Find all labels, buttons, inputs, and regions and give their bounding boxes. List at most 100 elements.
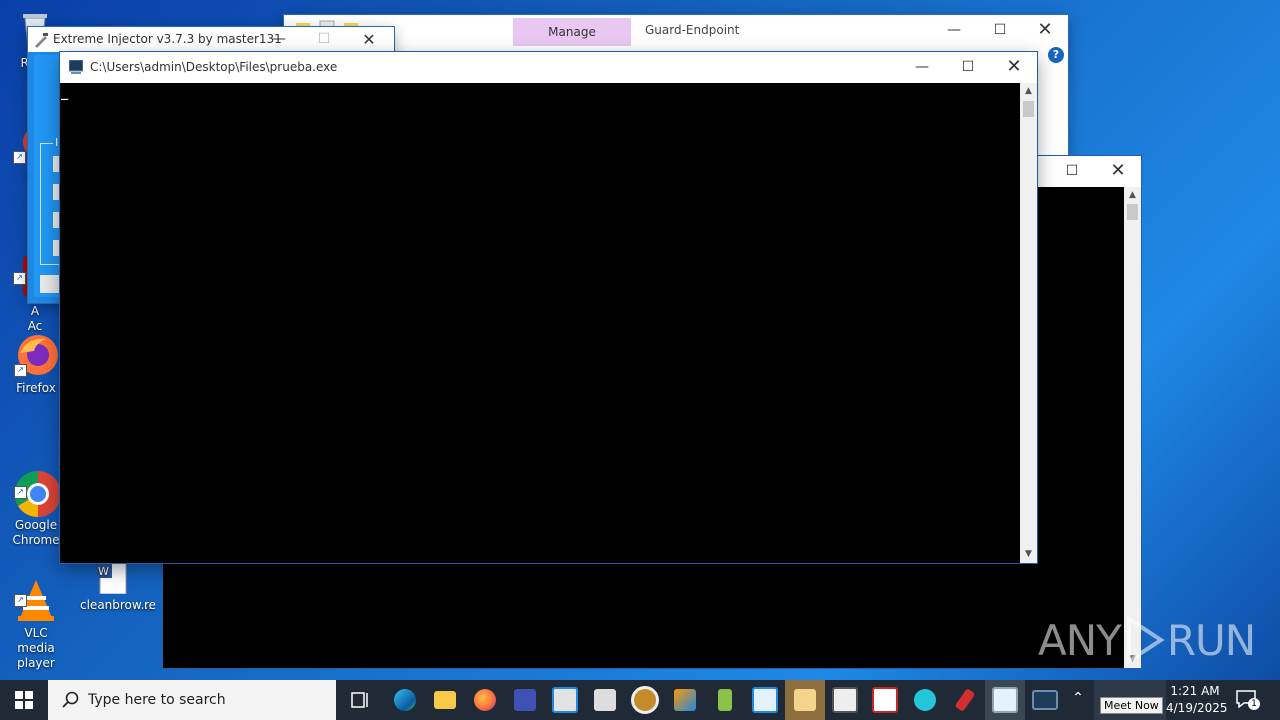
taskbar-file-explorer[interactable] (425, 680, 465, 720)
desktop-icon-label: Firefox (16, 381, 56, 395)
taskbar-app-3[interactable] (585, 680, 625, 720)
desktop-icon-partial[interactable]: re (144, 598, 164, 613)
explorer-window-title: Guard-Endpoint (645, 23, 740, 37)
main-console-output[interactable]: _ (60, 83, 1020, 563)
show-hidden-icons-button[interactable]: ⌃ (1068, 690, 1088, 710)
taskbar-app-6[interactable] (705, 680, 745, 720)
close-button[interactable]: ✕ (1095, 156, 1141, 186)
taskbar-search-box[interactable]: Type here to search (48, 680, 336, 720)
injector-button[interactable] (40, 275, 60, 293)
shortcut-arrow-icon: ↗ (14, 486, 27, 499)
console-app-icon (68, 59, 84, 77)
minimize-button[interactable]: — (931, 15, 977, 45)
app-icon (954, 688, 976, 712)
notification-center-button[interactable]: 1 (1236, 690, 1260, 712)
desktop-icon-label: re (144, 598, 157, 612)
taskbar-app-12[interactable] (945, 680, 985, 720)
maximize-button[interactable]: ☐ (1049, 156, 1095, 186)
taskbar-app-5[interactable] (665, 680, 705, 720)
taskbar-edge[interactable] (385, 680, 425, 720)
close-button[interactable]: ✕ (991, 52, 1037, 82)
clock-date: 4/19/2025 (1166, 701, 1228, 715)
app-icon (794, 689, 816, 711)
taskbar-app-7[interactable] (745, 680, 785, 720)
desktop-icon-vlc[interactable]: ↗ VLC media player (6, 548, 66, 671)
notification-count-badge: 1 (1248, 698, 1260, 710)
taskbar-app-2[interactable] (545, 680, 585, 720)
close-button[interactable]: ✕ (1022, 15, 1068, 45)
chrome-icon: ↗ (14, 455, 61, 518)
app-icon (674, 689, 696, 711)
app-icon (594, 689, 616, 711)
firefox-icon: ↗ (14, 333, 58, 377)
taskbar-app-1[interactable] (505, 680, 545, 720)
scroll-up-arrow-icon[interactable]: ▲ (1124, 187, 1141, 204)
app-icon (718, 689, 732, 711)
help-icon[interactable]: ? (1048, 47, 1064, 63)
watermark-text-left: ANY (1038, 615, 1122, 665)
clock[interactable]: 1:21 AM 4/19/2025 (1166, 683, 1228, 717)
console-icon (1032, 690, 1058, 710)
vlc-icon: ↗ (14, 563, 58, 621)
tab-manage[interactable]: Manage (513, 18, 631, 46)
taskbar-app-10[interactable] (865, 680, 905, 720)
app-icon (914, 689, 936, 711)
maximize-button[interactable]: ☐ (977, 15, 1023, 45)
console-window-main[interactable]: C:\Users\admin\Desktop\Files\prueba.exe … (60, 52, 1037, 563)
scroll-down-arrow-icon[interactable]: ▼ (1020, 546, 1037, 563)
app-icon (832, 687, 858, 713)
desktop-icon-label: VLC media player (17, 626, 55, 670)
console-cursor: _ (61, 86, 69, 100)
desktop-icon-google-chrome[interactable]: ↗ Google Chrome (6, 440, 66, 548)
start-button[interactable] (4, 680, 44, 720)
app-icon (872, 687, 898, 713)
desktop-icon-label: A Ac (27, 304, 43, 333)
minimize-button[interactable]: — (899, 52, 945, 82)
close-button[interactable]: ✕ (346, 27, 392, 52)
desktop-icon-firefox[interactable]: ↗ Firefox (6, 333, 66, 396)
taskbar-app-13[interactable] (985, 680, 1025, 720)
taskbar-app-11[interactable] (905, 680, 945, 720)
maximize-button[interactable]: ☐ (301, 27, 347, 52)
desktop-icon-label: Google Chrome (12, 518, 60, 547)
maximize-button[interactable]: ☐ (945, 52, 991, 82)
task-view-icon (351, 692, 368, 708)
windows-logo-icon (15, 691, 33, 709)
anyrun-watermark: ANY RUN (1038, 612, 1256, 668)
task-view-button[interactable] (340, 680, 380, 720)
desktop-icon-cleanbrowser[interactable]: W cleanbrow... (80, 559, 152, 613)
app-icon (752, 687, 778, 713)
shortcut-arrow-icon: ↗ (14, 594, 27, 607)
taskbar-app-4[interactable] (625, 680, 665, 720)
main-console-scrollbar[interactable]: ▲ ▼ (1020, 83, 1037, 563)
word-document-icon: W (92, 559, 132, 595)
scroll-up-arrow-icon[interactable]: ▲ (1020, 83, 1037, 100)
shortcut-arrow-icon: ↗ (13, 151, 26, 164)
edge-icon (394, 689, 416, 711)
watermark-text-right: RUN (1166, 615, 1256, 665)
taskbar-app-9[interactable] (825, 680, 865, 720)
search-placeholder: Type here to search (88, 692, 226, 708)
meet-now-tooltip: Meet Now (1100, 697, 1163, 714)
injector-titlebar: Extreme Injector v3.7.3 by master131 — ☐… (28, 27, 394, 52)
main-console-title: C:\Users\admin\Desktop\Files\prueba.exe (90, 60, 338, 74)
svg-text:W: W (98, 565, 109, 578)
firefox-icon (474, 689, 496, 711)
taskbar-console[interactable] (1025, 680, 1065, 720)
injector-app-icon (33, 32, 49, 51)
app-icon (514, 689, 536, 711)
watermark-play-icon (1123, 615, 1165, 665)
shortcut-arrow-icon: ↗ (14, 364, 27, 377)
taskbar-firefox[interactable] (465, 680, 505, 720)
scrollbar-thumb[interactable] (1127, 204, 1138, 220)
folder-icon (434, 691, 456, 709)
app-icon (992, 687, 1018, 713)
taskbar-app-8[interactable] (785, 680, 825, 720)
search-icon (62, 691, 80, 712)
shortcut-arrow-icon: ↗ (13, 272, 26, 285)
main-console-titlebar: C:\Users\admin\Desktop\Files\prueba.exe … (60, 52, 1037, 82)
minimize-button[interactable]: — (256, 27, 302, 52)
scrollbar-thumb[interactable] (1023, 101, 1034, 117)
clock-time: 1:21 AM (1170, 684, 1220, 698)
secondary-console-scrollbar[interactable]: ▲ ▼ (1124, 187, 1141, 668)
